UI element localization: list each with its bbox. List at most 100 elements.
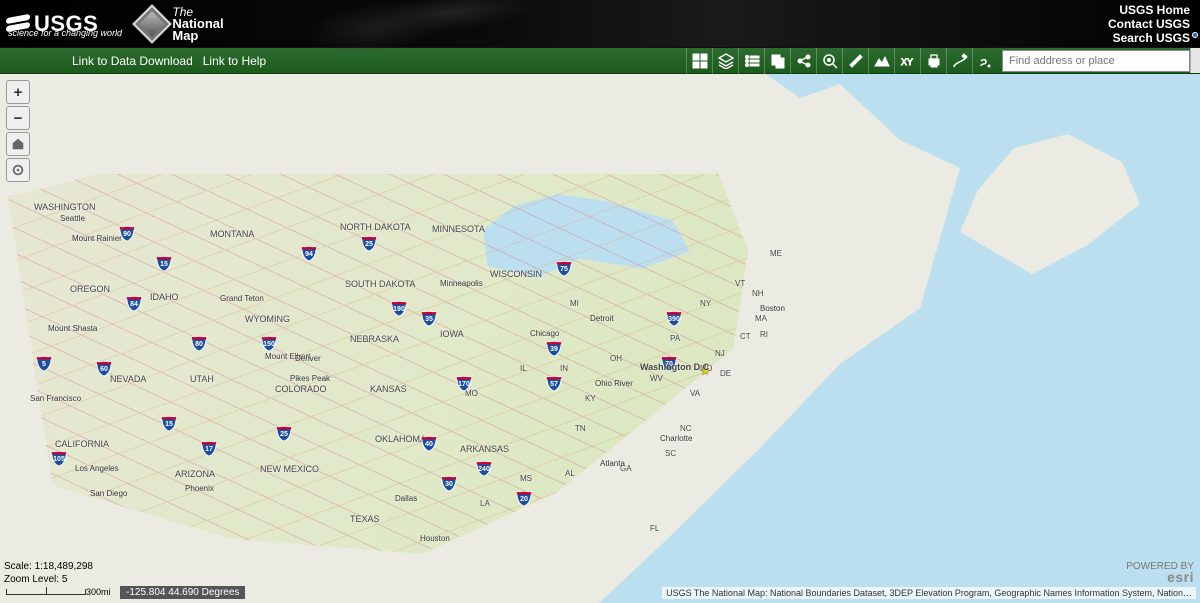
state-label: WYOMING xyxy=(245,314,290,324)
state-label: SC xyxy=(665,449,676,458)
state-label: WISCONSIN xyxy=(490,269,542,279)
measure-icon[interactable] xyxy=(842,48,868,74)
interstate-shield-icon: 57 xyxy=(545,374,563,392)
usgs-header: USGS science for a changing world The Na… xyxy=(0,0,1200,48)
xy-icon[interactable]: XY xyxy=(894,48,920,74)
interstate-shield-icon: 17 xyxy=(200,439,218,457)
interstate-shield-icon: 105 xyxy=(50,449,68,467)
city-label: Chicago xyxy=(530,329,559,338)
home-extent-button[interactable] xyxy=(6,132,30,156)
elevation-profile-icon[interactable] xyxy=(868,48,894,74)
map-toolbar: Link to Data Download Link to Help XY xyxy=(0,48,1200,74)
state-label: NY xyxy=(700,299,711,308)
city-label: San Diego xyxy=(90,489,127,498)
usgs-tagline: science for a changing world xyxy=(8,28,122,38)
interstate-shield-icon: 190 xyxy=(390,299,408,317)
state-label: MONTANA xyxy=(210,229,254,239)
interstate-shield-icon: 94 xyxy=(300,244,318,262)
share-icon[interactable] xyxy=(790,48,816,74)
state-label: MA xyxy=(755,314,767,323)
interstate-shield-icon: 240 xyxy=(475,459,493,477)
national-map-badge-icon xyxy=(133,4,173,44)
city-label: Seattle xyxy=(60,214,85,223)
city-label: Charlotte xyxy=(660,434,692,443)
link-help[interactable]: Link to Help xyxy=(203,54,266,68)
state-label: CT xyxy=(740,332,751,341)
state-label: MS xyxy=(520,474,532,483)
interstate-shield-icon: 30 xyxy=(440,474,458,492)
annotate-icon[interactable] xyxy=(764,48,790,74)
map-canvas[interactable]: WASHINGTONMONTANANORTH DAKOTAMINNESOTAOR… xyxy=(0,74,1200,603)
national-map-logo[interactable]: The National Map xyxy=(138,6,223,42)
interstate-shield-icon: 15 xyxy=(155,254,173,272)
print-icon[interactable] xyxy=(920,48,946,74)
state-label: NEVADA xyxy=(110,374,146,384)
layers-icon[interactable] xyxy=(712,48,738,74)
city-label: Detroit xyxy=(590,314,614,323)
link-data-download[interactable]: Link to Data Download xyxy=(72,54,193,68)
basemap-gallery-icon[interactable] xyxy=(686,48,712,74)
cursor-coords: -125.804 44.690 Degrees xyxy=(120,586,245,599)
interstate-shield-icon: 25 xyxy=(360,234,378,252)
interstate-shield-icon: 15 xyxy=(160,414,178,432)
state-label: OREGON xyxy=(70,284,110,294)
state-label: UTAH xyxy=(190,374,214,384)
city-label: Los Angeles xyxy=(75,464,119,473)
city-label: Ohio River xyxy=(595,379,633,388)
state-label: FL xyxy=(650,524,659,533)
esri-logo[interactable]: POWERED BYesri xyxy=(1126,562,1194,585)
state-label: CALIFORNIA xyxy=(55,439,109,449)
state-label: VA xyxy=(690,389,700,398)
map-info: Scale: 1:18,489,298 Zoom Level: 5 300mi xyxy=(4,560,111,599)
state-label: COLORADO xyxy=(275,384,327,394)
state-label: DE xyxy=(720,369,731,378)
state-label: WV xyxy=(650,374,663,383)
notification-dot-icon[interactable] xyxy=(1192,32,1198,38)
state-label: TN xyxy=(575,424,586,433)
vertical-scrollbar[interactable] xyxy=(1190,48,1200,73)
draw-icon[interactable] xyxy=(946,48,972,74)
zoom-out-button[interactable]: − xyxy=(6,106,30,130)
interstate-shield-icon: 25 xyxy=(275,424,293,442)
state-label: OKLAHOMA xyxy=(375,434,426,444)
state-label: NEBRASKA xyxy=(350,334,399,344)
city-label: Grand Teton xyxy=(220,294,264,303)
interstate-shield-icon: 90 xyxy=(118,224,136,242)
city-label: Minneapolis xyxy=(440,279,483,288)
search-input[interactable] xyxy=(1003,55,1189,67)
city-label: Mount Rainier xyxy=(72,234,122,243)
state-label: NJ xyxy=(715,349,725,358)
interstate-shield-icon: 390 xyxy=(665,309,683,327)
link-search-usgs[interactable]: Search USGS xyxy=(1108,31,1190,45)
interstate-shield-icon: 40 xyxy=(420,434,438,452)
zoom-in-button[interactable]: + xyxy=(6,80,30,104)
state-label: WASHINGTON xyxy=(34,202,96,212)
interstate-shield-icon: 39 xyxy=(545,339,563,357)
state-label: ARIZONA xyxy=(175,469,215,479)
scalebar xyxy=(6,589,86,595)
state-label: ME xyxy=(770,249,782,258)
state-label: NH xyxy=(752,289,764,298)
city-label: Dallas xyxy=(395,494,417,503)
land-layer xyxy=(0,74,1200,603)
help-icon[interactable] xyxy=(972,48,998,74)
locate-button[interactable] xyxy=(6,158,30,182)
city-label: Atlanta xyxy=(600,459,625,468)
link-usgs-home[interactable]: USGS Home xyxy=(1108,3,1190,17)
capital-label: Washington D C xyxy=(640,362,709,372)
city-label: Denver xyxy=(295,354,321,363)
legend-icon[interactable] xyxy=(738,48,764,74)
interstate-shield-icon: 20 xyxy=(515,489,533,507)
spot-elevation-icon[interactable] xyxy=(816,48,842,74)
state-label: SOUTH DAKOTA xyxy=(345,279,415,289)
scale-value: 1:18,489,298 xyxy=(35,561,93,572)
map-attribution: USGS The National Map: National Boundari… xyxy=(662,587,1196,599)
interstate-shield-icon: 80 xyxy=(190,334,208,352)
state-label: RI xyxy=(760,330,768,339)
link-contact-usgs[interactable]: Contact USGS xyxy=(1108,17,1190,31)
city-label: Pikes Peak xyxy=(290,374,330,383)
state-label: NEW MEXICO xyxy=(260,464,319,474)
state-label: TEXAS xyxy=(350,514,380,524)
header-links: USGS Home Contact USGS Search USGS xyxy=(1108,3,1190,45)
map-container: WASHINGTONMONTANANORTH DAKOTAMINNESOTAOR… xyxy=(0,74,1200,603)
